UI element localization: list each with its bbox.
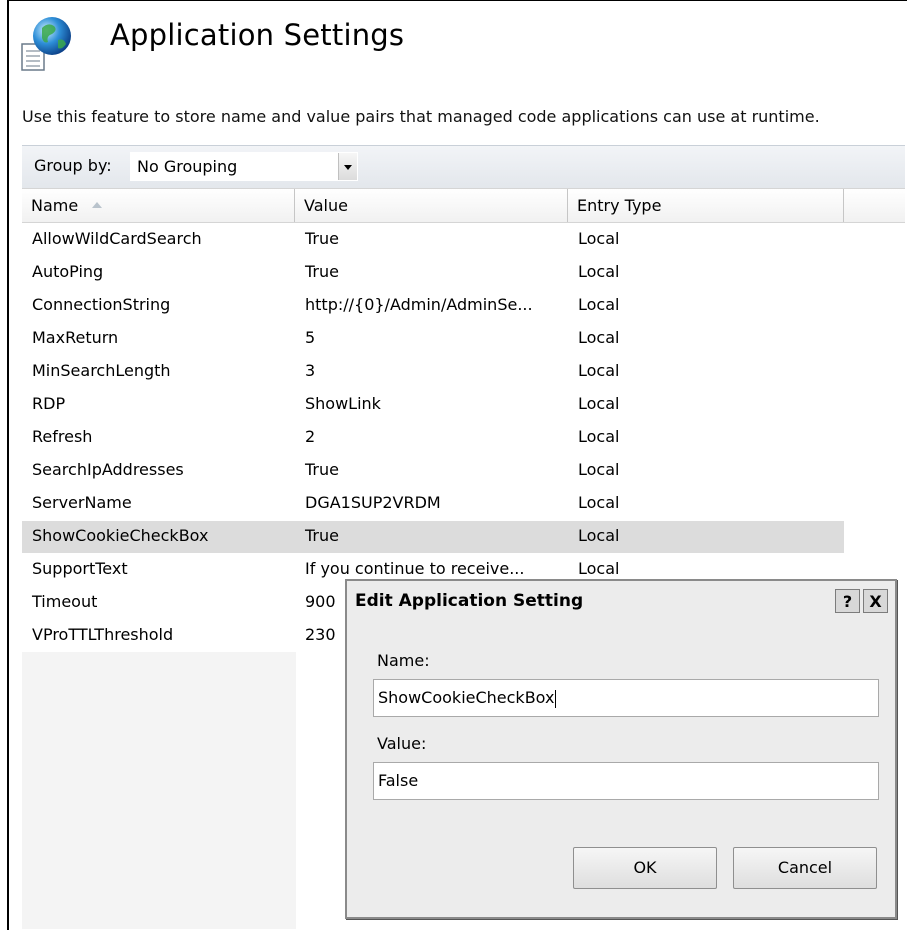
- dropdown-button[interactable]: [338, 153, 357, 180]
- cell-entry-type: Local: [578, 394, 620, 413]
- table-row[interactable]: MaxReturn 5 Local: [22, 323, 844, 355]
- cell-entry-type: Local: [578, 460, 620, 479]
- table-row-selected[interactable]: ShowCookieCheckBox True Local: [22, 521, 844, 553]
- cell-value: 5: [305, 328, 316, 347]
- cell-name: RDP: [32, 394, 66, 413]
- column-header-label: Entry Type: [577, 196, 662, 215]
- cell-name: MinSearchLength: [32, 361, 171, 380]
- cell-name: Refresh: [32, 427, 93, 446]
- column-header-filler: [844, 189, 905, 222]
- cell-name: ServerName: [32, 493, 132, 512]
- help-button[interactable]: ?: [835, 589, 860, 613]
- dialog-title-bar[interactable]: Edit Application Setting ? X: [347, 581, 895, 623]
- cell-name: MaxReturn: [32, 328, 119, 347]
- cell-name: AllowWildCardSearch: [32, 229, 202, 248]
- table-row[interactable]: Refresh 2 Local: [22, 422, 844, 454]
- table-row[interactable]: ServerName DGA1SUP2VRDM Local: [22, 488, 844, 520]
- cell-name: ShowCookieCheckBox: [32, 526, 209, 545]
- cell-entry-type: Local: [578, 229, 620, 248]
- cancel-button[interactable]: Cancel: [733, 847, 877, 889]
- page-description: Use this feature to store name and value…: [22, 107, 820, 126]
- chevron-down-icon: [344, 165, 352, 170]
- column-header-label: Name: [31, 196, 79, 215]
- cell-value: 900: [305, 592, 336, 611]
- cell-name: SupportText: [32, 559, 128, 578]
- name-label: Name:: [377, 651, 430, 670]
- cell-name: VProTTLThreshold: [32, 625, 174, 644]
- table-row[interactable]: AllowWildCardSearch True Local: [22, 224, 844, 256]
- table-header: Name Value Entry Type: [22, 188, 905, 223]
- sort-ascending-icon: [92, 201, 103, 208]
- cell-value: 3: [305, 361, 316, 380]
- cell-name: Timeout: [32, 592, 98, 611]
- cell-name: SearchIpAddresses: [32, 460, 184, 479]
- cell-entry-type: Local: [578, 427, 620, 446]
- column-header-label: Value: [304, 196, 348, 215]
- table-row[interactable]: MinSearchLength 3 Local: [22, 356, 844, 388]
- group-by-toolbar: Group by: No Grouping: [22, 145, 905, 188]
- table-row[interactable]: AutoPing True Local: [22, 257, 844, 289]
- group-by-label: Group by:: [34, 156, 112, 175]
- cell-value: 230: [305, 625, 336, 644]
- list-empty-area: [22, 652, 296, 929]
- cell-value: ShowLink: [305, 394, 381, 413]
- cell-entry-type: Local: [578, 526, 620, 545]
- ok-button[interactable]: OK: [573, 847, 717, 889]
- cell-name: AutoPing: [32, 262, 104, 281]
- name-field[interactable]: ShowCookieCheckBox: [373, 679, 879, 717]
- close-button[interactable]: X: [863, 589, 888, 613]
- cell-entry-type: Local: [578, 559, 620, 578]
- value-field-value: False: [378, 771, 419, 790]
- name-field-value: ShowCookieCheckBox: [378, 688, 555, 707]
- cell-value: 2: [305, 427, 316, 446]
- group-by-value: No Grouping: [137, 157, 238, 176]
- column-header-name[interactable]: Name: [22, 189, 295, 222]
- cell-value: DGA1SUP2VRDM: [305, 493, 441, 512]
- table-row[interactable]: SearchIpAddresses True Local: [22, 455, 844, 487]
- value-label: Value:: [377, 734, 427, 753]
- value-field[interactable]: False: [373, 762, 879, 800]
- cell-entry-type: Local: [578, 262, 620, 281]
- table-row[interactable]: RDP ShowLink Local: [22, 389, 844, 421]
- text-cursor: [555, 689, 557, 708]
- table-row[interactable]: ConnectionString http://{0}/Admin/AdminSe…: [22, 290, 844, 322]
- column-header-value[interactable]: Value: [295, 189, 568, 222]
- group-by-dropdown[interactable]: No Grouping: [130, 152, 358, 181]
- cell-value: http://{0}/Admin/AdminSe...: [305, 295, 533, 314]
- cell-value: True: [305, 460, 339, 479]
- cell-name: ConnectionString: [32, 295, 171, 314]
- cell-entry-type: Local: [578, 328, 620, 347]
- cell-value: True: [305, 526, 339, 545]
- column-header-entry-type[interactable]: Entry Type: [568, 189, 844, 222]
- cell-value: True: [305, 229, 339, 248]
- cell-entry-type: Local: [578, 493, 620, 512]
- cell-value: If you continue to receive...: [305, 559, 525, 578]
- cell-entry-type: Local: [578, 361, 620, 380]
- cell-entry-type: Local: [578, 295, 620, 314]
- application-settings-icon: [21, 17, 71, 71]
- dialog-title: Edit Application Setting: [355, 591, 584, 611]
- page-title: Application Settings: [110, 18, 405, 52]
- cell-value: True: [305, 262, 339, 281]
- edit-setting-dialog: Edit Application Setting ? X Name: ShowC…: [345, 579, 897, 919]
